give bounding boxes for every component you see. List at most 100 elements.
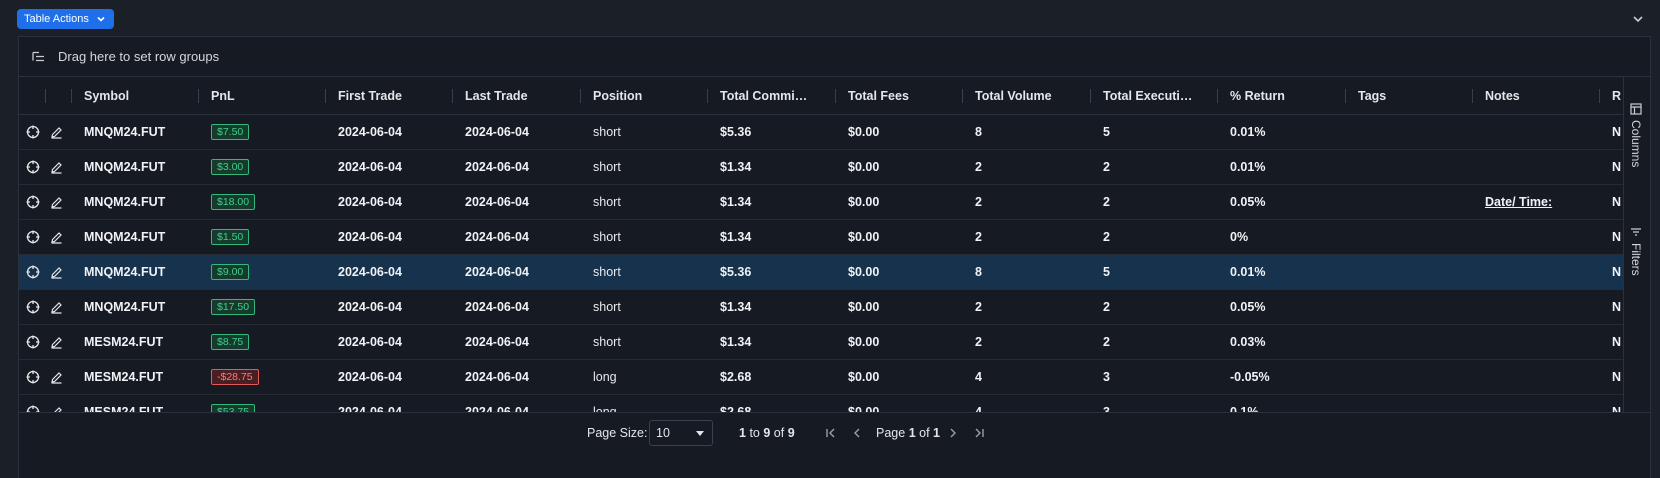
- position-cell: short: [580, 255, 707, 289]
- header-notes[interactable]: Notes: [1472, 77, 1599, 114]
- return-cell: 0.01%: [1217, 255, 1345, 289]
- executions-cell: 5: [1090, 115, 1217, 149]
- header-select-col: [19, 77, 45, 114]
- volume-value: 2: [975, 300, 982, 314]
- table-row[interactable]: MNQM24.FUT $3.00 2024-06-04 2024-06-04 short…: [19, 150, 1623, 185]
- header-r[interactable]: R: [1599, 77, 1623, 114]
- pencil-icon[interactable]: [50, 371, 63, 384]
- select-cell[interactable]: [19, 150, 45, 184]
- table-row[interactable]: MNQM24.FUT $18.00 2024-06-04 2024-06-04 shor…: [19, 185, 1623, 220]
- header-return[interactable]: % Return: [1217, 77, 1345, 114]
- header-total-volume[interactable]: Total Volume: [962, 77, 1090, 114]
- commission-cell: $1.34: [707, 185, 835, 219]
- previous-page-icon[interactable]: [850, 426, 864, 440]
- position-value: short: [593, 265, 621, 279]
- select-cell[interactable]: [19, 115, 45, 149]
- table-row[interactable]: MNQM24.FUT $1.50 2024-06-04 2024-06-04 short…: [19, 220, 1623, 255]
- first-page-icon[interactable]: [824, 426, 838, 440]
- notes-cell: [1472, 325, 1599, 359]
- pencil-icon[interactable]: [50, 336, 63, 349]
- filters-tab[interactable]: Filters: [1629, 226, 1643, 276]
- crosshair-icon[interactable]: [26, 125, 40, 139]
- pencil-icon[interactable]: [50, 161, 63, 174]
- header-symbol[interactable]: Symbol: [71, 77, 198, 114]
- header-total-commission[interactable]: Total Commi…: [707, 77, 835, 114]
- table-actions-button[interactable]: Table Actions: [17, 9, 114, 29]
- edit-cell[interactable]: [45, 255, 71, 289]
- edit-cell[interactable]: [45, 220, 71, 254]
- executions-value: 2: [1103, 230, 1110, 244]
- header-tags[interactable]: Tags: [1345, 77, 1472, 114]
- last-page-icon[interactable]: [972, 426, 986, 440]
- collapse-chevron-icon[interactable]: [1632, 14, 1644, 24]
- first-trade-cell: 2024-06-04: [325, 360, 452, 394]
- r-cell: N: [1599, 115, 1623, 149]
- fees-cell: $0.00: [835, 115, 962, 149]
- edit-cell[interactable]: [45, 290, 71, 324]
- select-cell[interactable]: [19, 255, 45, 289]
- table-row[interactable]: MNQM24.FUT $7.50 2024-06-04 2024-06-04 short…: [19, 115, 1623, 150]
- row-group-panel[interactable]: Drag here to set row groups: [19, 37, 1650, 77]
- table-row[interactable]: MESM24.FUT $8.75 2024-06-04 2024-06-04 short…: [19, 325, 1623, 360]
- first-trade-value: 2024-06-04: [338, 195, 402, 209]
- header-total-fees[interactable]: Total Fees: [835, 77, 962, 114]
- table-row[interactable]: MNQM24.FUT $9.00 2024-06-04 2024-06-04 short…: [19, 255, 1623, 290]
- range-end: 9: [763, 426, 771, 440]
- header-last-trade[interactable]: Last Trade: [452, 77, 580, 114]
- volume-value: 4: [975, 370, 982, 384]
- select-cell[interactable]: [19, 360, 45, 394]
- pencil-icon[interactable]: [50, 266, 63, 279]
- edit-cell[interactable]: [45, 150, 71, 184]
- header-first-trade[interactable]: First Trade: [325, 77, 452, 114]
- first-trade-value: 2024-06-04: [338, 300, 402, 314]
- tags-cell: [1345, 220, 1472, 254]
- crosshair-icon[interactable]: [26, 230, 40, 244]
- select-cell[interactable]: [19, 185, 45, 219]
- table-row[interactable]: MESM24.FUT -$28.75 2024-06-04 2024-06-04 lon…: [19, 360, 1623, 395]
- position-value: short: [593, 230, 621, 244]
- position-cell: short: [580, 185, 707, 219]
- return-value: 0.05%: [1230, 195, 1266, 209]
- commission-value: $1.34: [720, 195, 752, 209]
- first-trade-value: 2024-06-04: [338, 160, 402, 174]
- commission-value: $1.34: [720, 160, 752, 174]
- select-cell[interactable]: [19, 325, 45, 359]
- page-size-select[interactable]: 10: [649, 420, 713, 446]
- range-start: 1: [739, 426, 746, 440]
- last-trade-value: 2024-06-04: [465, 230, 529, 244]
- pencil-icon[interactable]: [50, 231, 63, 244]
- notes-cell: Date/ Time:: [1472, 185, 1599, 219]
- crosshair-icon[interactable]: [26, 335, 40, 349]
- pencil-icon[interactable]: [50, 301, 63, 314]
- crosshair-icon[interactable]: [26, 370, 40, 384]
- crosshair-icon[interactable]: [26, 265, 40, 279]
- pencil-icon[interactable]: [50, 196, 63, 209]
- commission-cell: $1.34: [707, 220, 835, 254]
- symbol-value: MNQM24.FUT: [84, 230, 166, 244]
- symbol-cell: MNQM24.FUT: [71, 185, 198, 219]
- next-page-icon[interactable]: [946, 426, 960, 440]
- select-cell[interactable]: [19, 220, 45, 254]
- crosshair-icon[interactable]: [26, 195, 40, 209]
- header-row: Symbol PnL First Trade Last Trade Positi…: [19, 77, 1623, 115]
- header-position[interactable]: Position: [580, 77, 707, 114]
- header-total-executions[interactable]: Total Executi…: [1090, 77, 1217, 114]
- filter-icon: [1631, 228, 1641, 236]
- header-pnl[interactable]: PnL: [198, 77, 325, 114]
- edit-cell[interactable]: [45, 185, 71, 219]
- crosshair-icon[interactable]: [26, 300, 40, 314]
- columns-tab-label: Columns: [1629, 120, 1643, 168]
- executions-cell: 5: [1090, 255, 1217, 289]
- edit-cell[interactable]: [45, 325, 71, 359]
- note-link[interactable]: Date/ Time:: [1485, 195, 1552, 209]
- select-cell[interactable]: [19, 290, 45, 324]
- crosshair-icon[interactable]: [26, 160, 40, 174]
- edit-cell[interactable]: [45, 115, 71, 149]
- table-row[interactable]: MNQM24.FUT $17.50 2024-06-04 2024-06-04 shor…: [19, 290, 1623, 325]
- return-cell: -0.05%: [1217, 360, 1345, 394]
- edit-cell[interactable]: [45, 360, 71, 394]
- columns-tab[interactable]: Columns: [1629, 103, 1643, 167]
- tags-cell: [1345, 360, 1472, 394]
- pencil-icon[interactable]: [50, 126, 63, 139]
- executions-value: 5: [1103, 125, 1110, 139]
